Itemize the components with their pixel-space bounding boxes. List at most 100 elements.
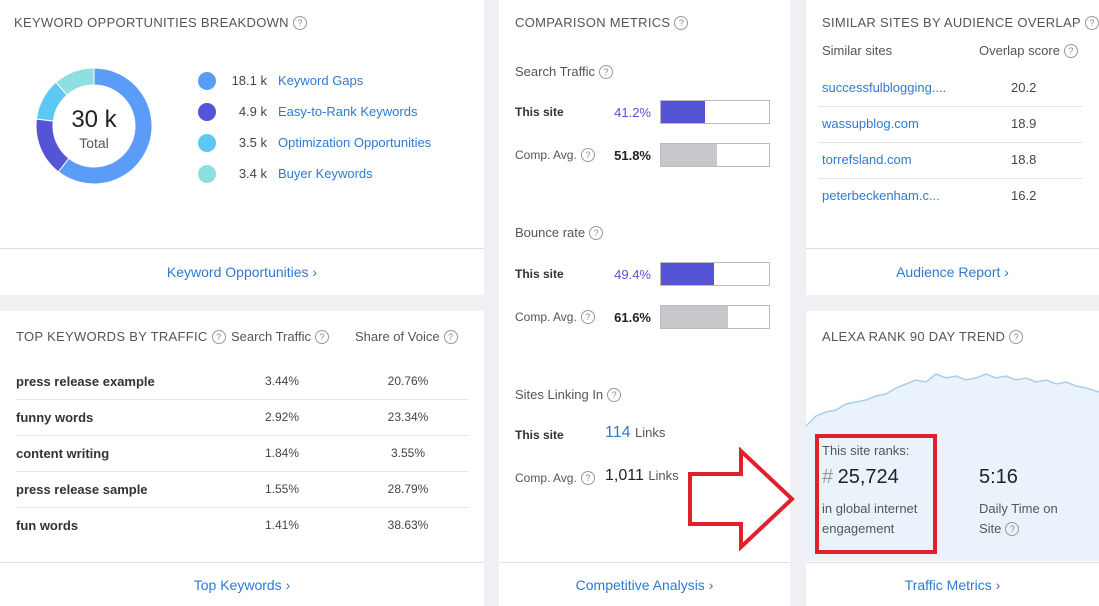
sites-linking-label: Sites Linking In? <box>515 387 622 402</box>
links-avg-value: 1,011 Links <box>605 467 679 484</box>
search-traffic-this-bar <box>660 100 770 124</box>
legend-value: 4.9 k <box>238 104 267 119</box>
top-keywords-panel: TOP KEYWORDS BY TRAFFIC? Search Traffic?… <box>0 311 484 606</box>
panel-title: TOP KEYWORDS BY TRAFFIC? <box>16 329 226 344</box>
overlap-score: 18.8 <box>1011 152 1037 167</box>
list-item: torrefsland.com 18.8 <box>806 142 1099 178</box>
legend-link[interactable]: Buyer Keywords <box>278 166 373 181</box>
legend-dot-icon <box>198 165 216 183</box>
column-header-similar-sites: Similar sites <box>822 43 893 58</box>
search-traffic-cell: 1.55% <box>264 482 300 496</box>
help-icon[interactable]: ? <box>580 310 595 324</box>
global-rank: # 25,724 <box>822 466 899 488</box>
rank-description: in global internet engagement <box>822 501 918 536</box>
help-icon[interactable]: ? <box>1063 44 1078 58</box>
traffic-metrics-link[interactable]: Traffic Metrics › <box>806 562 1099 606</box>
competitive-analysis-link[interactable]: Competitive Analysis › <box>499 562 790 606</box>
column-header-overlap-score: Overlap score? <box>979 43 1078 58</box>
share-of-voice-cell: 3.55% <box>390 446 426 460</box>
bounce-rate-label: Bounce rate? <box>515 225 604 240</box>
alexa-rank-panel: ALEXA RANK 90 DAY TREND? This site ranks… <box>806 311 1099 606</box>
help-icon[interactable]: ? <box>674 16 689 30</box>
annotation-arrow-icon <box>688 447 795 551</box>
table-row[interactable]: funny words 2.92% 23.34% <box>0 399 484 435</box>
search-traffic-cell: 2.92% <box>264 410 300 424</box>
search-traffic-label: Search Traffic? <box>515 64 613 79</box>
donut-total-label: Total <box>79 135 109 151</box>
legend-dot-icon <box>198 72 216 90</box>
similar-site-link[interactable]: successfulblogging.... <box>822 80 946 95</box>
legend-dot-icon <box>198 134 216 152</box>
audience-report-link[interactable]: Audience Report › <box>806 248 1099 295</box>
help-icon[interactable]: ? <box>1084 16 1099 30</box>
keyword-cell: content writing <box>16 446 110 461</box>
help-icon[interactable]: ? <box>598 65 613 79</box>
share-of-voice-cell: 23.34% <box>387 410 429 424</box>
share-of-voice-cell: 28.79% <box>387 482 429 496</box>
legend-value: 18.1 k <box>231 73 267 88</box>
donut-total: 30 k <box>71 106 117 133</box>
keyword-cell: funny words <box>16 410 94 425</box>
overlap-score: 16.2 <box>1011 188 1037 203</box>
daily-time-value: 5:16 <box>979 466 1018 488</box>
help-icon[interactable]: ? <box>607 388 622 402</box>
similar-site-link[interactable]: wassupblog.com <box>822 116 919 131</box>
help-icon[interactable]: ? <box>580 148 595 162</box>
share-of-voice-cell: 20.76% <box>387 374 429 388</box>
overlap-score: 18.9 <box>1011 116 1037 131</box>
legend-link[interactable]: Keyword Gaps <box>278 73 363 88</box>
help-icon[interactable]: ? <box>314 330 329 344</box>
table-row[interactable]: content writing 1.84% 3.55% <box>0 435 484 471</box>
column-header-search-traffic: Search Traffic? <box>231 329 329 344</box>
help-icon[interactable]: ? <box>1009 330 1024 344</box>
daily-time-description: Daily Time on Site? <box>979 501 1058 536</box>
legend-value: 3.5 k <box>238 135 267 150</box>
bounce-rate-this-bar <box>660 262 770 286</box>
list-item: successfulblogging.... 20.2 <box>806 70 1099 106</box>
this-site-label: This site <box>515 105 564 119</box>
bounce-rate-this-value: 49.4% <box>614 267 651 282</box>
panel-title: KEYWORD OPPORTUNITIES BREAKDOWN? <box>14 15 307 30</box>
search-traffic-this-value: 41.2% <box>614 105 651 120</box>
top-keywords-link[interactable]: Top Keywords › <box>0 562 484 606</box>
keyword-cell: fun words <box>16 518 79 533</box>
help-icon[interactable]: ? <box>211 330 226 344</box>
keyword-opportunities-link[interactable]: Keyword Opportunities › <box>0 248 484 295</box>
share-of-voice-cell: 38.63% <box>387 518 429 532</box>
panel-title: COMPARISON METRICS? <box>515 15 689 30</box>
legend-link[interactable]: Easy-to-Rank Keywords <box>278 104 417 119</box>
list-item: wassupblog.com 18.9 <box>806 106 1099 142</box>
table-row[interactable]: press release sample 1.55% 28.79% <box>0 471 484 507</box>
overlap-score: 20.2 <box>1011 80 1037 95</box>
panel-title: SIMILAR SITES BY AUDIENCE OVERLAP? <box>822 15 1099 30</box>
panel-title: ALEXA RANK 90 DAY TREND? <box>822 329 1024 344</box>
help-icon[interactable]: ? <box>443 330 458 344</box>
help-icon[interactable]: ? <box>580 471 595 485</box>
legend-link[interactable]: Optimization Opportunities <box>278 135 431 150</box>
comp-avg-label: Comp. Avg.? <box>515 310 595 324</box>
keyword-cell: press release example <box>16 374 155 389</box>
search-traffic-avg-bar <box>660 143 770 167</box>
legend-dot-icon <box>198 103 216 121</box>
help-icon[interactable]: ? <box>1005 522 1020 536</box>
similar-site-link[interactable]: torrefsland.com <box>822 152 912 167</box>
legend-value: 3.4 k <box>238 166 267 181</box>
search-traffic-avg-value: 51.8% <box>614 148 651 163</box>
links-this-value: 114 Links <box>605 424 666 441</box>
this-site-label: This site <box>515 428 564 442</box>
similar-sites-panel: SIMILAR SITES BY AUDIENCE OVERLAP? Simil… <box>806 0 1099 295</box>
keyword-cell: press release sample <box>16 482 148 497</box>
table-row[interactable]: press release example 3.44% 20.76% <box>0 363 484 399</box>
bounce-rate-avg-bar <box>660 305 770 329</box>
help-icon[interactable]: ? <box>589 226 604 240</box>
keyword-opportunities-panel: KEYWORD OPPORTUNITIES BREAKDOWN? 30 k To… <box>0 0 484 295</box>
search-traffic-cell: 3.44% <box>264 374 300 388</box>
search-traffic-cell: 1.84% <box>264 446 300 460</box>
site-ranks-label: This site ranks: <box>822 443 910 458</box>
this-site-label: This site <box>515 267 564 281</box>
table-row[interactable]: fun words 1.41% 38.63% <box>0 507 484 543</box>
column-header-share-of-voice: Share of Voice? <box>355 329 458 344</box>
comp-avg-label: Comp. Avg.? <box>515 148 595 162</box>
similar-site-link[interactable]: peterbeckenham.c... <box>822 188 940 203</box>
help-icon[interactable]: ? <box>292 16 307 30</box>
